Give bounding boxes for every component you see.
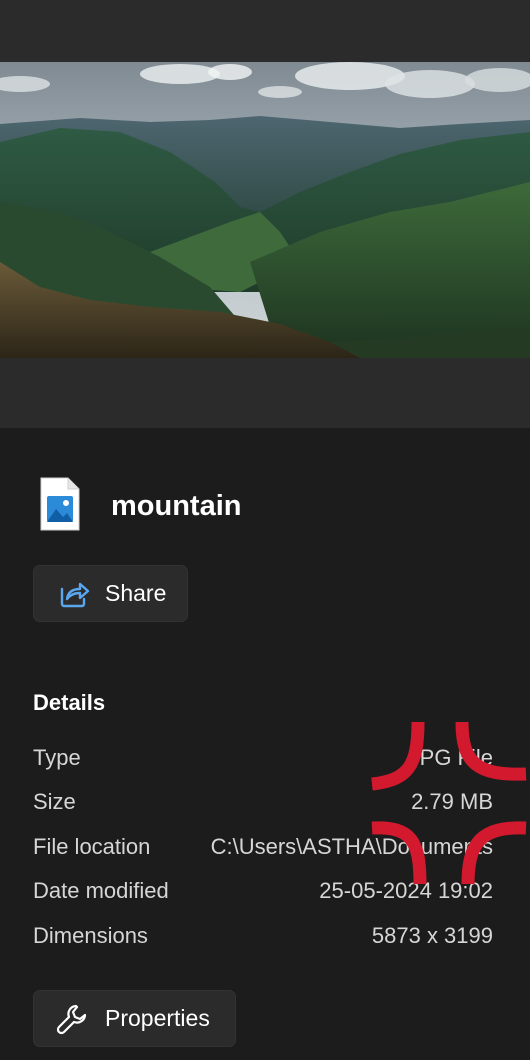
share-icon xyxy=(60,582,90,607)
detail-label-dimensions: Dimensions xyxy=(33,923,148,948)
details-heading: Details xyxy=(33,690,106,715)
share-button-label: Share xyxy=(105,580,167,606)
image-preview-area xyxy=(0,0,530,428)
wrench-icon xyxy=(56,1004,87,1034)
detail-row-date-modified: Date modified 25-05-2024 19:02 xyxy=(33,878,493,908)
detail-value-type: JPG File xyxy=(408,745,493,770)
detail-value-date-modified: 25-05-2024 19:02 xyxy=(319,878,493,903)
detail-value-dimensions: 5873 x 3199 xyxy=(371,923,493,948)
detail-label-size: Size xyxy=(33,789,76,814)
share-button[interactable]: Share xyxy=(33,565,188,622)
detail-value-file-location[interactable]: C:\Users\ASTHA\Documents xyxy=(211,834,493,860)
detail-row-file-location: File location C:\Users\ASTHA\Documents xyxy=(33,834,493,864)
file-name: mountain xyxy=(111,490,242,522)
properties-button-label: Properties xyxy=(105,1005,210,1031)
detail-value-size: 2.79 MB xyxy=(411,789,493,814)
properties-button[interactable]: Properties xyxy=(33,990,236,1047)
detail-row-size: Size 2.79 MB xyxy=(33,789,493,819)
detail-label-date-modified: Date modified xyxy=(33,878,169,903)
image-file-icon xyxy=(40,477,80,531)
detail-row-type: Type JPG File xyxy=(33,745,493,775)
detail-label-file-location: File location xyxy=(33,834,151,859)
detail-row-dimensions: Dimensions 5873 x 3199 xyxy=(33,923,493,953)
detail-label-type: Type xyxy=(33,745,81,770)
mountain-photo-preview xyxy=(0,62,530,358)
